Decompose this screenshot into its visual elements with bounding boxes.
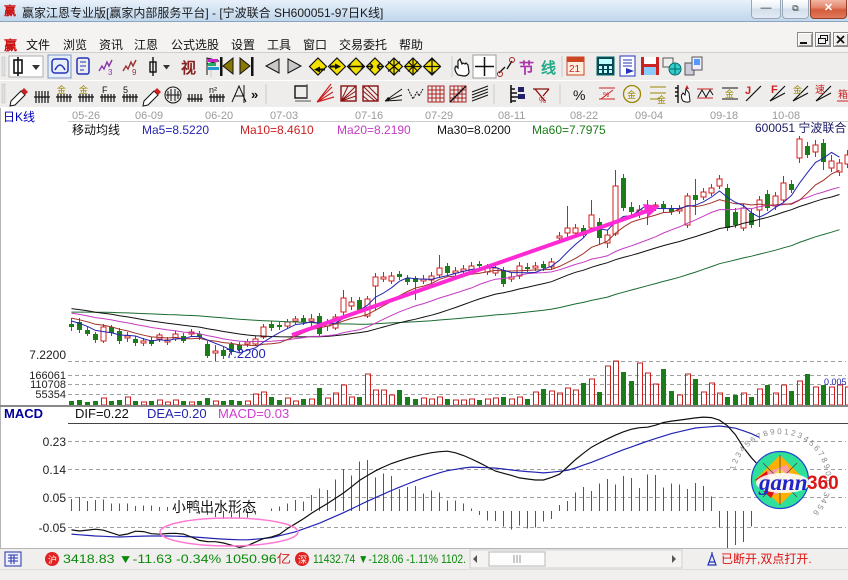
svg-text:06-20: 06-20 <box>205 110 233 122</box>
svg-text:DIF=0.22: DIF=0.22 <box>75 406 129 421</box>
svg-text:DEA=0.20: DEA=0.20 <box>147 406 207 421</box>
svg-text:0.005: 0.005 <box>824 377 847 387</box>
svg-text:3418.83 ▼-11.63 -0.34% 1050.96: 3418.83 ▼-11.63 -0.34% 1050.96亿 <box>63 551 291 566</box>
svg-text:09-04: 09-04 <box>635 110 663 122</box>
svg-text:移动均线: 移动均线 <box>72 123 120 137</box>
svg-text:600051 宁波联合: 600051 宁波联合 <box>755 120 846 135</box>
svg-text:08-22: 08-22 <box>570 110 598 122</box>
svg-text:7.2200: 7.2200 <box>226 346 266 361</box>
svg-text:金: 金 <box>793 84 802 95</box>
svg-text:5: 5 <box>123 85 128 95</box>
svg-text:07-03: 07-03 <box>270 110 298 122</box>
svg-text:Ma5=8.5220: Ma5=8.5220 <box>142 123 209 137</box>
svg-text:7.2200: 7.2200 <box>29 348 66 362</box>
svg-text:F: F <box>771 84 778 96</box>
svg-text:金: 金 <box>627 89 636 100</box>
svg-text:深: 深 <box>298 555 307 565</box>
svg-text:Ma20=8.2190: Ma20=8.2190 <box>337 123 411 137</box>
svg-text:»: » <box>251 87 258 102</box>
svg-text:视: 视 <box>181 59 196 77</box>
svg-text:J: J <box>745 85 751 97</box>
svg-text:Ma30=8.0200: Ma30=8.0200 <box>437 123 511 137</box>
svg-text:%: % <box>539 96 546 105</box>
svg-text:gann: gann <box>758 470 808 495</box>
svg-text:0.23: 0.23 <box>43 435 67 449</box>
svg-text:Ma60=7.7975: Ma60=7.7975 <box>532 123 606 137</box>
svg-text:21: 21 <box>569 64 581 75</box>
svg-text:线: 线 <box>541 59 556 77</box>
svg-text:节: 节 <box>519 59 534 77</box>
svg-text:55354: 55354 <box>35 389 66 401</box>
svg-text:金: 金 <box>657 94 666 105</box>
svg-text:07-29: 07-29 <box>425 110 453 122</box>
svg-text:11432.74 ▼-128.06 -1.11% 1102.: 11432.74 ▼-128.06 -1.11% 1102. <box>313 552 466 566</box>
svg-text:箱: 箱 <box>838 88 848 101</box>
svg-text:已断开,双点打开.: 已断开,双点打开. <box>721 551 812 566</box>
svg-text:小鸭出水形态: 小鸭出水形态 <box>172 499 256 515</box>
svg-text:0.14: 0.14 <box>43 463 67 477</box>
svg-text:360: 360 <box>807 473 839 494</box>
svg-text:速: 速 <box>815 84 825 96</box>
svg-text:MACD=0.03: MACD=0.03 <box>218 406 289 421</box>
svg-text:金: 金 <box>725 88 734 99</box>
svg-text:%: % <box>603 92 609 99</box>
svg-text:07-16: 07-16 <box>355 110 383 122</box>
svg-text:金: 金 <box>79 84 88 95</box>
svg-text:Ma10=8.4610: Ma10=8.4610 <box>240 123 314 137</box>
svg-text:08-11: 08-11 <box>498 110 525 122</box>
svg-text:n²: n² <box>209 85 217 95</box>
svg-text:%: % <box>573 87 585 103</box>
svg-text:06-09: 06-09 <box>135 110 163 122</box>
svg-text:-0.05: -0.05 <box>39 521 67 535</box>
svg-text:3: 3 <box>108 68 113 77</box>
svg-text:沪: 沪 <box>48 554 57 565</box>
svg-text:05-26: 05-26 <box>72 110 100 122</box>
svg-text:09-18: 09-18 <box>710 110 738 122</box>
svg-text:0.05: 0.05 <box>43 491 67 505</box>
svg-text:金: 金 <box>57 84 66 95</box>
svg-text:9: 9 <box>132 68 137 77</box>
svg-text:日K线: 日K线 <box>3 110 35 124</box>
svg-text:MACD: MACD <box>4 406 43 421</box>
svg-text:F: F <box>102 85 108 95</box>
